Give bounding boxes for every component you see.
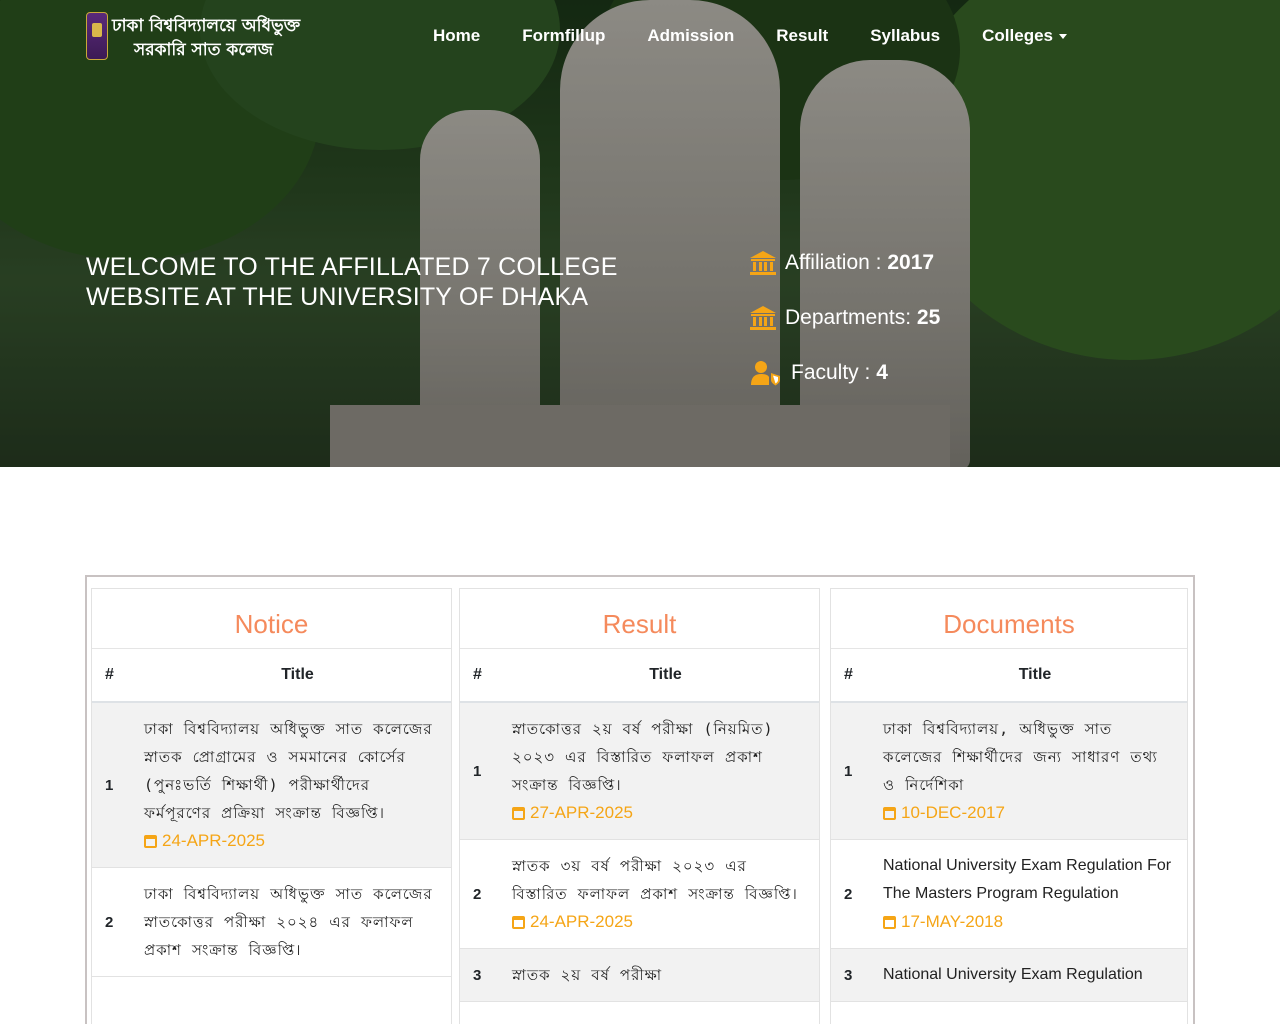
row-title-link[interactable]: স্নাতকোত্তর ২য় বর্ষ পরীক্ষা (নিয়মিত) ২… — [512, 715, 809, 799]
row-date-text: 17-MAY-2018 — [901, 912, 1004, 931]
nav-formfillup[interactable]: Formfillup — [501, 26, 626, 46]
caret-down-icon — [1059, 34, 1067, 40]
bank-icon — [750, 306, 776, 330]
row-title-link[interactable]: National University Exam Regulation — [883, 961, 1177, 989]
row-date-text: 27-APR-2025 — [530, 803, 634, 822]
row-title-link[interactable]: স্নাতক ৩য় বর্ষ পরীক্ষা ২০২৩ এর বিস্তারি… — [512, 852, 809, 908]
nav-home[interactable]: Home — [412, 26, 501, 46]
documents-title: Documents — [831, 589, 1187, 649]
result-section: Result # Title 1 স্নাতকোত্তর ২য় বর্ষ পর… — [459, 588, 820, 1024]
documents-section: Documents # Title 1 ঢাকা বিশ্ববিদ্যালয়,… — [830, 588, 1188, 1024]
stat-affiliation: Affiliation : 2017 — [749, 250, 934, 276]
user-shield-icon — [751, 361, 780, 386]
bank-icon — [750, 251, 776, 275]
table-row[interactable]: 2 ঢাকা বিশ্ববিদ্যালয় অধিভুক্ত সাত কলেজে… — [92, 868, 451, 977]
row-date: 27-APR-2025 — [512, 799, 809, 827]
row-number: 2 — [473, 885, 482, 903]
nav-syllabus[interactable]: Syllabus — [849, 26, 961, 46]
header-title: Title — [281, 666, 314, 683]
university-emblem-icon — [86, 12, 108, 60]
site-logo[interactable]: ঢাকা বিশ্ববিদ্যালয়ে অধিভুক্ত সরকারি সাত… — [86, 12, 300, 62]
row-number: 3 — [473, 966, 482, 984]
nav-colleges-dropdown[interactable]: Colleges — [961, 26, 1088, 46]
calendar-icon — [512, 806, 525, 820]
row-number: 1 — [473, 762, 482, 780]
row-number: 2 — [844, 885, 853, 903]
documents-table-header: # Title — [831, 649, 1187, 703]
nav-links: Home Formfillup Admission Result Syllabu… — [412, 26, 1088, 46]
table-row[interactable]: 3 National University Exam Regulation — [831, 949, 1187, 1002]
table-row[interactable]: 1 স্নাতকোত্তর ২য় বর্ষ পরীক্ষা (নিয়মিত)… — [460, 703, 819, 840]
hero-banner: ঢাকা বিশ্ববিদ্যালয়ে অধিভুক্ত সরকারি সাত… — [0, 0, 1280, 467]
table-row[interactable]: 1 ঢাকা বিশ্ববিদ্যালয় অধিভুক্ত সাত কলেজে… — [92, 703, 451, 868]
calendar-icon — [883, 915, 896, 929]
row-title-link[interactable]: ঢাকা বিশ্ববিদ্যালয় অধিভুক্ত সাত কলেজের … — [144, 715, 441, 827]
table-row[interactable]: 2 National University Exam Regulation Fo… — [831, 840, 1187, 949]
row-number: 3 — [844, 966, 853, 984]
notice-section: Notice # Title 1 ঢাকা বিশ্ববিদ্যালয় অধি… — [91, 588, 452, 1024]
row-date-text: 10-DEC-2017 — [901, 803, 1005, 822]
header-number: # — [844, 666, 853, 683]
header-title: Title — [1018, 666, 1052, 683]
header-number: # — [473, 666, 482, 683]
row-number: 2 — [105, 913, 114, 931]
calendar-icon — [883, 806, 896, 820]
row-date-text: 24-APR-2025 — [530, 912, 634, 931]
nav-result[interactable]: Result — [755, 26, 849, 46]
stat-faculty-label: Faculty : — [791, 361, 871, 384]
content-panel: Notice # Title 1 ঢাকা বিশ্ববিদ্যালয় অধি… — [85, 575, 1195, 1024]
row-title-link[interactable]: ঢাকা বিশ্ববিদ্যালয় অধিভুক্ত সাত কলেজের … — [144, 880, 441, 964]
stat-departments: Departments: 25 — [749, 305, 940, 331]
stat-affiliation-value: 2017 — [887, 251, 935, 274]
row-title-link[interactable]: ঢাকা বিশ্ববিদ্যালয়, অধিভুক্ত সাত কলেজের… — [883, 715, 1177, 799]
stat-departments-value: 25 — [916, 306, 941, 329]
calendar-icon — [512, 915, 525, 929]
stat-faculty: Faculty : 4 — [749, 360, 888, 386]
header-title: Title — [649, 666, 682, 683]
logo-line-2: সরকারি সাত কলেজ — [134, 40, 273, 60]
navbar: ঢাকা বিশ্ববিদ্যালয়ে অধিভুক্ত সরকারি সাত… — [0, 0, 1280, 75]
stat-affiliation-label: Affiliation : — [785, 251, 882, 274]
notice-title: Notice — [92, 589, 451, 649]
calendar-icon — [144, 834, 157, 848]
row-date: 24-APR-2025 — [144, 827, 441, 855]
row-title-link[interactable]: স্নাতক ২য় বর্ষ পরীক্ষা — [512, 961, 809, 989]
table-row[interactable]: 3 স্নাতক ২য় বর্ষ পরীক্ষা — [460, 949, 819, 1002]
row-number: 1 — [105, 776, 114, 794]
nav-colleges-label: Colleges — [982, 26, 1053, 45]
stat-departments-label: Departments: — [785, 306, 912, 329]
welcome-heading: WELCOME TO THE AFFILLATED 7 COLLEGE WEBS… — [86, 253, 618, 311]
row-number: 1 — [844, 762, 853, 780]
header-number: # — [105, 666, 114, 683]
result-table-header: # Title — [460, 649, 819, 703]
row-title-link[interactable]: National University Exam Regulation For … — [883, 852, 1177, 908]
notice-table-header: # Title — [92, 649, 451, 703]
row-date-text: 24-APR-2025 — [162, 831, 266, 850]
row-date: 17-MAY-2018 — [883, 908, 1177, 936]
result-title: Result — [460, 589, 819, 649]
nav-admission[interactable]: Admission — [626, 26, 755, 46]
row-date: 10-DEC-2017 — [883, 799, 1177, 827]
table-row[interactable]: 1 ঢাকা বিশ্ববিদ্যালয়, অধিভুক্ত সাত কলেজ… — [831, 703, 1187, 840]
stat-faculty-value: 4 — [876, 361, 888, 384]
row-date: 24-APR-2025 — [512, 908, 809, 936]
table-row[interactable]: 2 স্নাতক ৩য় বর্ষ পরীক্ষা ২০২৩ এর বিস্তা… — [460, 840, 819, 949]
